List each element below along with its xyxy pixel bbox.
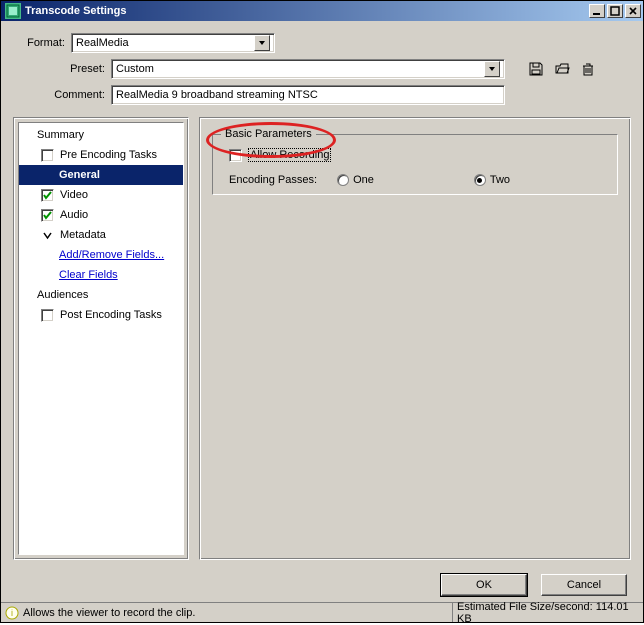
- minimize-button[interactable]: [589, 4, 605, 18]
- checkbox-audio[interactable]: [41, 209, 54, 222]
- comment-label: Comment:: [13, 89, 111, 101]
- sidebar-item-pre-encoding[interactable]: Pre Encoding Tasks: [19, 145, 183, 165]
- app-icon: [5, 3, 21, 19]
- sidebar-panel: Summary Pre Encoding Tasks General Video: [13, 117, 189, 560]
- sidebar-item-clear-fields[interactable]: Clear Fields: [19, 265, 183, 285]
- allow-recording-label[interactable]: Allow Recording: [248, 148, 331, 162]
- radio-two-button[interactable]: [474, 174, 486, 186]
- status-bar: i Allows the viewer to record the clip. …: [1, 602, 643, 622]
- sidebar-item-general[interactable]: General: [19, 165, 183, 185]
- dropdown-arrow-icon: [254, 35, 270, 51]
- dropdown-arrow-icon: [484, 61, 500, 77]
- preset-select[interactable]: Custom: [111, 59, 505, 79]
- save-icon[interactable]: [527, 60, 545, 78]
- sidebar-item-audiences[interactable]: Audiences: [19, 285, 183, 305]
- encoding-passes-label: Encoding Passes:: [229, 174, 317, 186]
- cancel-button[interactable]: Cancel: [541, 574, 627, 596]
- sidebar-item-audio[interactable]: Audio: [19, 205, 183, 225]
- sidebar-item-metadata[interactable]: Metadata: [19, 225, 183, 245]
- chevron-down-icon[interactable]: [41, 229, 54, 242]
- basic-parameters-fieldset: Basic Parameters Allow Recording Encodin…: [212, 128, 618, 195]
- sidebar-item-video[interactable]: Video: [19, 185, 183, 205]
- sidebar-item-add-remove-fields[interactable]: Add/Remove Fields...: [19, 245, 183, 265]
- format-select[interactable]: RealMedia: [71, 33, 275, 53]
- info-icon: i: [5, 606, 19, 620]
- basic-parameters-legend: Basic Parameters: [221, 128, 316, 140]
- ok-button[interactable]: OK: [441, 574, 527, 596]
- svg-text:i: i: [11, 608, 13, 618]
- radio-one-button[interactable]: [337, 174, 349, 186]
- checkbox-allow-recording[interactable]: [229, 149, 242, 162]
- preset-value: Custom: [116, 63, 154, 75]
- maximize-button[interactable]: [607, 4, 623, 18]
- delete-icon[interactable]: [579, 60, 597, 78]
- sidebar-item-summary[interactable]: Summary: [19, 125, 183, 145]
- status-filesize: Estimated File Size/second: 114.01 KB: [457, 601, 643, 625]
- titlebar: Transcode Settings: [1, 1, 643, 21]
- checkbox-pre-encoding[interactable]: [41, 149, 54, 162]
- checkbox-video[interactable]: [41, 189, 54, 202]
- comment-input[interactable]: RealMedia 9 broadband streaming NTSC: [111, 85, 505, 105]
- settings-panel: Basic Parameters Allow Recording Encodin…: [199, 117, 631, 560]
- status-hint: Allows the viewer to record the clip.: [23, 607, 195, 619]
- open-icon[interactable]: [553, 60, 571, 78]
- radio-two[interactable]: Two: [474, 174, 510, 186]
- top-form: Format: RealMedia Preset: Custom: [1, 21, 643, 115]
- radio-one[interactable]: One: [337, 174, 374, 186]
- close-button[interactable]: [625, 4, 641, 18]
- format-label: Format:: [13, 37, 71, 49]
- preset-label: Preset:: [13, 63, 111, 75]
- sidebar-item-post-encoding[interactable]: Post Encoding Tasks: [19, 305, 183, 325]
- sidebar-tree: Summary Pre Encoding Tasks General Video: [18, 122, 184, 555]
- checkbox-post-encoding[interactable]: [41, 309, 54, 322]
- dialog-buttons: OK Cancel: [1, 568, 643, 602]
- window-title: Transcode Settings: [25, 5, 587, 17]
- format-value: RealMedia: [76, 37, 129, 49]
- comment-value: RealMedia 9 broadband streaming NTSC: [116, 89, 318, 101]
